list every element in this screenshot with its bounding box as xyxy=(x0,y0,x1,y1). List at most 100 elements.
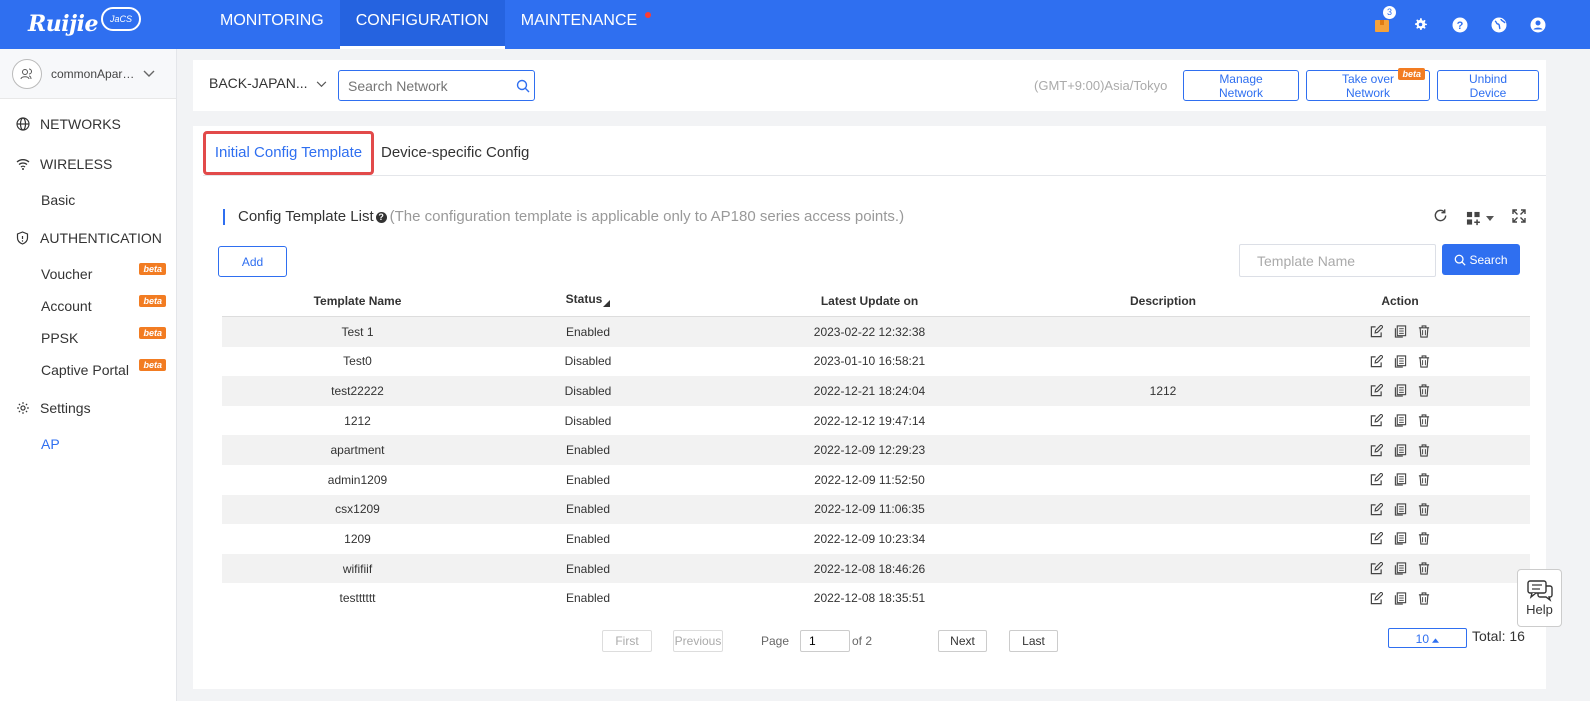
sidebar-group-wireless[interactable]: WIRELESS xyxy=(0,144,176,184)
nav-configuration[interactable]: CONFIGURATION xyxy=(339,0,505,49)
pagination: First Previous Page of 2 Next Last 10 To… xyxy=(193,628,1546,654)
cell-status: Enabled xyxy=(565,502,611,517)
copy-icon[interactable] xyxy=(1392,383,1408,399)
beta-badge: beta xyxy=(139,327,166,339)
page-number-input[interactable] xyxy=(800,630,850,652)
copy-icon[interactable] xyxy=(1392,442,1408,458)
edit-icon[interactable] xyxy=(1368,324,1384,340)
column-header-status[interactable]: Status xyxy=(493,292,683,310)
previous-page-button[interactable]: Previous xyxy=(673,630,723,652)
delete-icon[interactable] xyxy=(1416,501,1432,517)
page-label: Page xyxy=(761,634,790,648)
main-panel: Initial Config Template Device-specific … xyxy=(193,126,1546,689)
cell-template-name: wififiif xyxy=(342,561,373,576)
cell-template-name: admin1209 xyxy=(327,472,388,487)
next-page-button[interactable]: Next xyxy=(938,630,987,652)
add-button[interactable]: Add xyxy=(218,246,287,277)
edit-icon[interactable] xyxy=(1368,501,1384,517)
svg-text:?: ? xyxy=(1456,20,1463,32)
cell-template-name: apartment xyxy=(330,443,385,458)
user-account-icon[interactable] xyxy=(1525,12,1550,37)
user-selector[interactable]: commonApartment xyxy=(0,49,176,99)
edit-icon[interactable] xyxy=(1368,383,1384,399)
sidebar-group-settings[interactable]: Settings xyxy=(0,388,176,428)
gear-icon[interactable] xyxy=(1408,12,1433,37)
delete-icon[interactable] xyxy=(1416,590,1432,606)
edit-icon[interactable] xyxy=(1368,472,1384,488)
manage-network-button[interactable]: Manage Network xyxy=(1183,70,1299,101)
search-button-label: Search xyxy=(1469,252,1508,267)
copy-icon[interactable] xyxy=(1392,590,1408,606)
per-page-select[interactable]: 10 xyxy=(1388,628,1467,648)
delete-icon[interactable] xyxy=(1416,413,1432,429)
sidebar-item-account[interactable]: Account beta xyxy=(0,290,176,322)
edit-icon[interactable] xyxy=(1368,561,1384,577)
table-body: Test 1 Enabled 2023-02-22 12:32:38 Test0 Dis… xyxy=(222,317,1530,613)
refresh-icon[interactable] xyxy=(1433,208,1448,228)
sidebar-group-networks[interactable]: NETWORKS xyxy=(0,104,176,144)
network-selector[interactable]: BACK-JAPAN... xyxy=(209,75,327,91)
cell-actions xyxy=(1270,561,1530,577)
copy-icon[interactable] xyxy=(1392,353,1408,369)
chevron-down-icon xyxy=(143,65,155,83)
copy-icon[interactable] xyxy=(1392,531,1408,547)
cell-status: Disabled xyxy=(564,354,612,369)
sidebar-group-label: Settings xyxy=(40,400,91,416)
sidebar-item-ppsk[interactable]: PPSK beta xyxy=(0,322,176,354)
tab-initial-config-template[interactable]: Initial Config Template xyxy=(203,131,374,175)
search-icon[interactable] xyxy=(516,79,530,98)
question-icon[interactable]: ? xyxy=(375,211,387,223)
search-button[interactable]: Search xyxy=(1442,244,1520,275)
copy-icon[interactable] xyxy=(1392,561,1408,577)
nav-maintenance[interactable]: MAINTENANCE xyxy=(505,0,661,49)
unbind-device-button[interactable]: Unbind Device xyxy=(1437,70,1539,101)
tab-device-specific-config[interactable]: Device-specific Config xyxy=(381,131,529,175)
edit-icon[interactable] xyxy=(1368,413,1384,429)
cell-latest-update: 2022-12-09 12:29:23 xyxy=(813,443,926,458)
sidebar-item-label: PPSK xyxy=(41,330,79,346)
notification-box-icon[interactable]: 3 xyxy=(1369,6,1396,37)
edit-icon[interactable] xyxy=(1368,590,1384,606)
column-settings-icon[interactable] xyxy=(1466,211,1494,226)
delete-icon[interactable] xyxy=(1416,442,1432,458)
delete-icon[interactable] xyxy=(1416,561,1432,577)
nav-monitoring[interactable]: MONITORING xyxy=(204,0,340,49)
fullscreen-icon[interactable] xyxy=(1512,208,1526,228)
delete-icon[interactable] xyxy=(1416,353,1432,369)
sidebar-group-authentication[interactable]: AUTHENTICATION xyxy=(0,218,176,258)
delete-icon[interactable] xyxy=(1416,531,1432,547)
config-template-list-title: Config Template List ? (The configuratio… xyxy=(223,209,904,225)
gear-icon xyxy=(16,400,32,416)
sort-icon[interactable] xyxy=(603,296,611,310)
template-name-input[interactable] xyxy=(1239,244,1436,277)
table-row: 1209 Enabled 2022-12-09 10:23:34 xyxy=(222,524,1530,554)
help-float-button[interactable]: Help xyxy=(1517,569,1562,627)
help-circle-icon[interactable]: ? xyxy=(1447,12,1472,37)
copy-icon[interactable] xyxy=(1392,472,1408,488)
copy-icon[interactable] xyxy=(1392,501,1408,517)
copy-icon[interactable] xyxy=(1392,413,1408,429)
first-page-button[interactable]: First xyxy=(602,630,652,652)
sidebar-item-basic[interactable]: Basic xyxy=(0,184,176,216)
delete-icon[interactable] xyxy=(1416,383,1432,399)
cell-latest-update: 2023-01-10 16:58:21 xyxy=(813,354,926,369)
language-globe-icon[interactable] xyxy=(1486,12,1511,37)
last-page-button[interactable]: Last xyxy=(1009,630,1058,652)
search-network-input[interactable] xyxy=(339,71,509,100)
ruijie-logo[interactable]: Ruijie JaCS xyxy=(28,7,141,40)
edit-icon[interactable] xyxy=(1368,442,1384,458)
sidebar-item-ap[interactable]: AP xyxy=(0,428,176,460)
sidebar-item-captive-portal[interactable]: Captive Portal beta xyxy=(0,354,176,386)
delete-icon[interactable] xyxy=(1416,472,1432,488)
edit-icon[interactable] xyxy=(1368,353,1384,369)
sidebar-group-label: NETWORKS xyxy=(40,116,121,132)
timezone-label: (GMT+9:00)Asia/Tokyo xyxy=(1034,78,1168,93)
edit-icon[interactable] xyxy=(1368,531,1384,547)
column-header-status-label: Status xyxy=(565,292,603,306)
delete-icon[interactable] xyxy=(1416,324,1432,340)
cell-template-name: Test 1 xyxy=(341,324,374,339)
list-note: (The configuration template is applicabl… xyxy=(389,208,905,225)
take-over-network-button[interactable]: Take over Network beta xyxy=(1306,68,1430,101)
sidebar-item-voucher[interactable]: Voucher beta xyxy=(0,258,176,290)
copy-icon[interactable] xyxy=(1392,324,1408,340)
